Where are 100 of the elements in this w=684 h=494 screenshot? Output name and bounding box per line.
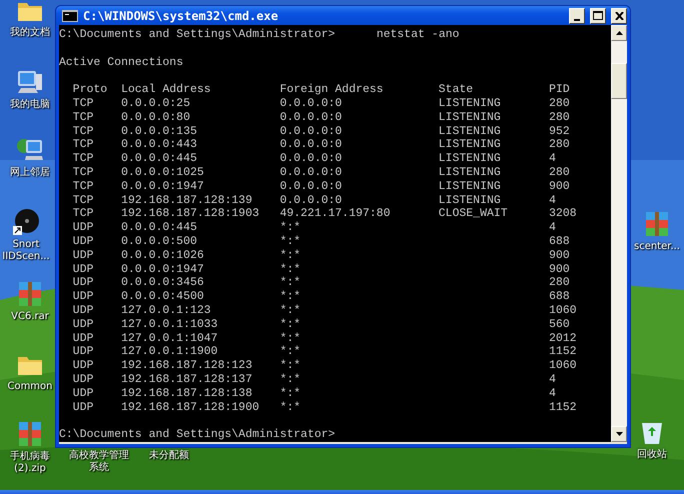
table-cell-text: *:* [280, 221, 302, 236]
table-cell-text: 0.0.0.0:1947 [121, 180, 205, 194]
table-cell-text: UDP [72, 400, 95, 414]
column-header: PID [548, 83, 571, 98]
table-cell-text: 688 [548, 290, 571, 304]
table-cell-text: 0.0.0.0:3456 [121, 276, 205, 290]
table-cell-text: 900 [548, 180, 571, 194]
table-cell-text: 2012 [548, 332, 578, 346]
table-cell-text: 1060 [548, 304, 578, 318]
table-cell-text: *:* [280, 262, 302, 276]
table-cell-text: 192.168.187.128:137 [121, 373, 254, 387]
table-cell-text: 0.0.0.0:25 [121, 97, 192, 111]
table-cell-text: *:* [280, 235, 302, 249]
close-button[interactable] [611, 8, 627, 24]
table-cell-text: *:* [280, 373, 302, 387]
column-header: Foreign Address [280, 83, 384, 98]
desktop-icon-label[interactable]: 回收站 [637, 449, 667, 461]
table-cell-text: UDP [72, 248, 95, 263]
desktop-icon-label[interactable]: 网上邻居 [10, 167, 50, 179]
table-cell-text: 1152 [548, 345, 578, 360]
desktop-icon-label[interactable]: VC6.rar [11, 311, 49, 323]
table-cell-text: TCP [72, 207, 95, 222]
desktop-icon-label[interactable]: scenter... [634, 241, 680, 253]
table-cell-text: 0.0.0.0:500 [121, 235, 198, 249]
desktop-icon-label[interactable]: 高校教学管理系统 [66, 450, 132, 474]
archive-icon [643, 210, 671, 238]
table-cell-text: TCP [72, 152, 95, 166]
table-cell-text: 0.0.0.0:1947 [121, 262, 205, 276]
desktop-icon-label[interactable]: 我的电脑 [10, 99, 50, 111]
table-cell-text: 127.0.0.1:1900 [121, 345, 219, 360]
table-cell-text: UDP [72, 290, 95, 304]
maximize-icon [593, 11, 603, 20]
maximize-button[interactable] [590, 8, 606, 24]
table-cell-text: 0.0.0.0:4500 [121, 290, 205, 304]
scroll-down-button[interactable] [611, 426, 627, 442]
table-cell-text: 952 [548, 124, 571, 138]
table-cell-text: 127.0.0.1:1033 [121, 318, 219, 332]
table-cell-text: UDP [72, 359, 95, 374]
table-cell-text: 192.168.187.128:1900 [121, 400, 260, 414]
table-cell-text: 688 [548, 235, 571, 249]
table-cell-text: TCP [72, 194, 95, 208]
table-cell-text: UDP [72, 262, 95, 276]
table-cell-text: TCP [72, 110, 95, 125]
table-cell-text: 900 [548, 262, 571, 276]
table-cell-text: UDP [72, 318, 95, 332]
table-cell-text: 0.0.0.0:0 [280, 166, 343, 180]
close-icon [614, 12, 624, 20]
table-cell-text: 4 [548, 373, 557, 387]
table-cell-text: 4 [548, 221, 557, 236]
scroll-up-button[interactable] [611, 25, 627, 42]
table-cell-text: UDP [72, 332, 95, 346]
table-cell-text: 0.0.0.0:445 [121, 152, 198, 166]
column-header: State [438, 83, 474, 98]
column-header: Proto [72, 83, 108, 98]
table-cell-text: *:* [280, 345, 302, 360]
table-cell-text: 3208 [548, 207, 578, 222]
table-cell-text: 0.0.0.0:0 [280, 97, 343, 111]
table-cell-text: 192.168.187.128:138 [121, 386, 254, 401]
table-cell-text: *:* [280, 359, 302, 374]
table-cell-text: TCP [72, 138, 95, 152]
desktop-icon-label[interactable]: 未分配额 [149, 450, 189, 462]
table-cell-text: 49.221.17.197:80 [280, 207, 392, 222]
table-cell-text: 192.168.187.128:123 [121, 359, 254, 374]
table-cell-text: *:* [280, 318, 302, 332]
table-cell-text: 280 [548, 97, 571, 111]
table-cell-text: *:* [280, 332, 302, 346]
column-header: Local Address [121, 83, 212, 98]
table-cell-text: UDP [72, 304, 95, 318]
prompt-text: C:\Documents and Settings\Administrator> [59, 28, 336, 42]
table-cell-text: 560 [548, 318, 571, 332]
table-cell-text: *:* [280, 290, 302, 304]
table-cell-text: TCP [72, 97, 95, 111]
table-cell-text: *:* [280, 304, 302, 318]
minimize-button[interactable] [569, 8, 585, 24]
table-cell-text: 192.168.187.128:1903 [121, 207, 260, 222]
table-cell-text: 192.168.187.128:139 [121, 194, 254, 208]
table-cell-text: 900 [548, 248, 571, 263]
table-cell-text: 280 [548, 138, 571, 152]
table-cell-text: LISTENING [438, 194, 502, 208]
table-cell-text: 4 [548, 194, 557, 208]
scrollbar-thumb[interactable] [611, 63, 627, 100]
table-cell-text: LISTENING [438, 124, 502, 138]
table-cell-text: LISTENING [438, 166, 502, 180]
desktop-icon-label[interactable]: 我的文档 [10, 27, 50, 39]
table-cell-text: CLOSE_WAIT [438, 207, 509, 222]
desktop-icon-label[interactable]: 手机病毒(2).zip [2, 451, 58, 475]
table-cell-text: 127.0.0.1:123 [121, 304, 212, 318]
desktop-icon-label[interactable]: Common [7, 381, 53, 393]
table-cell-text: 0.0.0.0:135 [121, 124, 198, 138]
window-title: C:\WINDOWS\system32\cmd.exe [83, 8, 280, 23]
table-cell-text: TCP [72, 124, 95, 138]
table-cell-text: UDP [72, 373, 95, 387]
up-arrow-icon [616, 31, 622, 36]
table-cell-text: UDP [72, 345, 95, 360]
disc-icon [12, 208, 40, 236]
prompt-text: C:\Documents and Settings\Administrator> [59, 428, 336, 442]
table-cell-text: *:* [280, 276, 302, 290]
down-arrow-icon [616, 432, 622, 436]
table-cell-text: TCP [72, 166, 95, 180]
desktop-icon-label[interactable]: Snort IIDScen... [2, 239, 50, 263]
